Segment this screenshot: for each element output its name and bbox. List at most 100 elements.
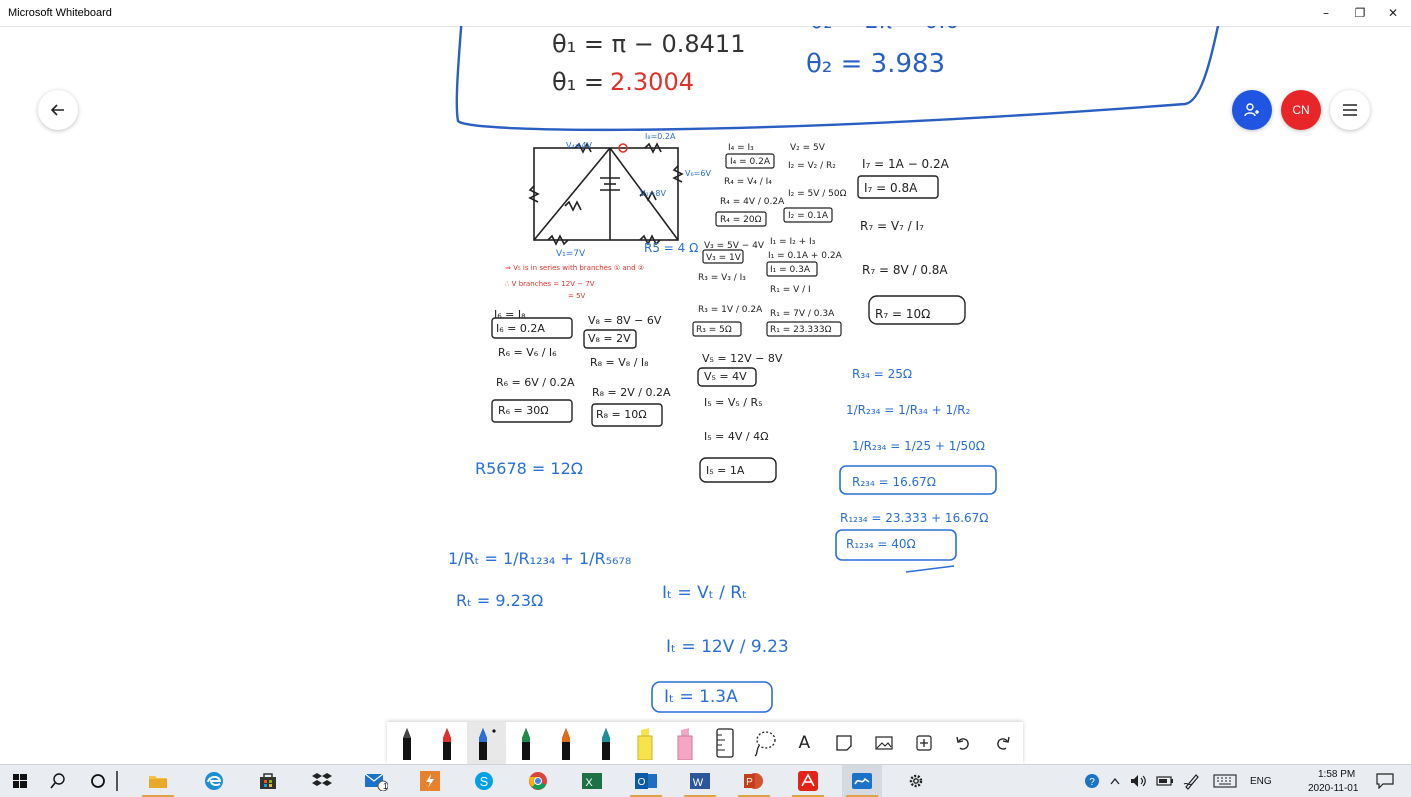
ruler-tool[interactable] bbox=[705, 722, 745, 764]
taskbar-app-orange[interactable] bbox=[410, 765, 450, 797]
tray-date[interactable]: 2020-11-01 bbox=[1308, 783, 1358, 794]
undo-icon bbox=[956, 736, 970, 750]
taskbar-edge[interactable] bbox=[194, 765, 234, 797]
svg-text:R₄ = 4V / 0.2A: R₄ = 4V / 0.2A bbox=[720, 197, 785, 207]
keyboard-icon bbox=[1213, 774, 1237, 788]
svg-text:I₅ = V₅ / R₅: I₅ = V₅ / R₅ bbox=[704, 396, 763, 409]
svg-text:= 5V: = 5V bbox=[568, 292, 586, 300]
svg-text:R5 = 4 Ω: R5 = 4 Ω bbox=[644, 241, 698, 255]
taskbar-dropbox[interactable] bbox=[302, 765, 342, 797]
svg-text:V₅ = 12V − 8V: V₅ = 12V − 8V bbox=[702, 352, 783, 365]
svg-text:I₁ = 0.1A + 0.2A: I₁ = 0.1A + 0.2A bbox=[768, 251, 843, 261]
restore-button[interactable]: ❐ bbox=[1343, 0, 1377, 26]
svg-text:V₈ = 2V: V₈ = 2V bbox=[588, 332, 631, 345]
menu-button[interactable] bbox=[1330, 90, 1370, 130]
svg-text:I₇ = 1A − 0.2A: I₇ = 1A − 0.2A bbox=[862, 157, 950, 171]
text-tool[interactable]: A bbox=[785, 722, 825, 764]
yellow-highlighter-tool[interactable] bbox=[626, 722, 666, 764]
mail-badge: 1 bbox=[383, 782, 388, 791]
svg-text:R₇ = 8V / 0.8A: R₇ = 8V / 0.8A bbox=[862, 263, 948, 277]
red-pen-tool[interactable] bbox=[427, 722, 467, 764]
lasso-tool[interactable] bbox=[745, 722, 785, 764]
svg-text:R₇ = 10Ω: R₇ = 10Ω bbox=[875, 307, 930, 321]
pen-workspace-icon bbox=[1183, 774, 1199, 790]
svg-text:I₆ = I₈: I₆ = I₈ bbox=[494, 308, 526, 321]
calc-col-mid2: V₂ = 5V I₂ = V₂ / R₂ I₂ = 5V / 50Ω I₂ = … bbox=[768, 143, 847, 335]
user-avatar[interactable]: CN bbox=[1281, 90, 1321, 130]
tray-language[interactable]: ENG bbox=[1250, 776, 1272, 787]
blue-pen-tool[interactable] bbox=[466, 722, 507, 764]
insert-tool[interactable] bbox=[904, 722, 944, 764]
taskbar-powerpoint[interactable]: P bbox=[734, 765, 774, 797]
acrobat-icon bbox=[798, 771, 818, 791]
orange-pen-icon bbox=[561, 728, 570, 760]
add-icon bbox=[916, 735, 932, 751]
tray-notifications[interactable] bbox=[1368, 765, 1402, 797]
taskbar-settings[interactable] bbox=[896, 765, 936, 797]
add-person-icon bbox=[1244, 103, 1259, 117]
red-pen-icon bbox=[442, 728, 451, 760]
tray-touch-keyboard[interactable] bbox=[1208, 765, 1242, 797]
taskbar-whiteboard[interactable] bbox=[842, 765, 882, 797]
tray-help[interactable]: ? bbox=[1080, 765, 1104, 797]
help-icon: ? bbox=[1085, 774, 1099, 788]
sticky-note-tool[interactable] bbox=[824, 722, 864, 764]
taskbar-file-explorer[interactable] bbox=[138, 765, 178, 797]
lasso-icon bbox=[754, 731, 776, 757]
svg-text:R₁₂₃₄ = 23.333 + 16.67Ω: R₁₂₃₄ = 23.333 + 16.67Ω bbox=[840, 511, 988, 525]
pink-highlighter-tool[interactable] bbox=[665, 722, 705, 764]
svg-text:I₅ = 4V / 4Ω: I₅ = 4V / 4Ω bbox=[704, 430, 769, 443]
tray-battery[interactable] bbox=[1152, 765, 1178, 797]
whiteboard-canvas[interactable]: θ₁ = π − 0.8411 θ₁ = 2.3004 θ₂ = 2π − 0.… bbox=[0, 26, 1411, 764]
tray-pen-workspace[interactable] bbox=[1178, 765, 1206, 797]
ink-theta2: θ₂ = 3.983 bbox=[806, 49, 945, 79]
windows-taskbar: 1 S X O W P ? ENG 1:58 PM 2020-11-01 bbox=[0, 764, 1411, 797]
black-pen-icon bbox=[402, 728, 411, 760]
svg-text:R₈ = 10Ω: R₈ = 10Ω bbox=[596, 408, 647, 421]
close-button[interactable]: ✕ bbox=[1376, 0, 1410, 26]
svg-text:Iₜ = 1.3A: Iₜ = 1.3A bbox=[664, 687, 738, 707]
taskbar-store[interactable] bbox=[248, 765, 288, 797]
outlook-icon: O bbox=[635, 773, 657, 789]
black-pen-tool[interactable] bbox=[387, 722, 427, 764]
svg-text:R₆ = 6V / 0.2A: R₆ = 6V / 0.2A bbox=[496, 376, 575, 389]
sticky-note-icon bbox=[836, 735, 852, 751]
ink-rt-formula: 1/Rₜ = 1/R₁₂₃₄ + 1/R₅₆₇₈ bbox=[448, 549, 631, 568]
tray-show-hidden[interactable] bbox=[1104, 765, 1126, 797]
taskbar-outlook[interactable]: O bbox=[626, 765, 666, 797]
svg-text:R₁ = V / I: R₁ = V / I bbox=[770, 285, 811, 295]
tray-volume[interactable] bbox=[1126, 765, 1152, 797]
green-pen-tool[interactable] bbox=[506, 722, 546, 764]
teal-pen-tool[interactable] bbox=[586, 722, 626, 764]
taskbar-mail[interactable]: 1 bbox=[356, 765, 396, 797]
undo-button[interactable] bbox=[944, 722, 984, 764]
orange-pen-tool[interactable] bbox=[546, 722, 586, 764]
taskbar-excel[interactable]: X bbox=[572, 765, 612, 797]
windows-logo-icon bbox=[13, 774, 27, 788]
redo-button[interactable] bbox=[983, 722, 1023, 764]
svg-text:V₈ = 8V − 6V: V₈ = 8V − 6V bbox=[588, 314, 662, 327]
taskbar-acrobat[interactable] bbox=[788, 765, 828, 797]
excel-icon: X bbox=[582, 773, 602, 789]
svg-text:R₃ = V₃ / I₃: R₃ = V₃ / I₃ bbox=[698, 273, 746, 283]
svg-text:I₈=0.2A: I₈=0.2A bbox=[645, 132, 676, 141]
back-button[interactable] bbox=[38, 90, 78, 130]
minimize-button[interactable]: – bbox=[1309, 0, 1343, 26]
word-icon: W bbox=[690, 773, 710, 789]
cortana-icon bbox=[91, 774, 105, 788]
svg-text:I₂ = 5V / 50Ω: I₂ = 5V / 50Ω bbox=[788, 189, 847, 199]
volume-icon bbox=[1131, 775, 1146, 787]
taskbar-skype[interactable]: S bbox=[464, 765, 504, 797]
svg-text:R₈ = V₈ / I₈: R₈ = V₈ / I₈ bbox=[590, 356, 649, 369]
invite-people-button[interactable] bbox=[1232, 90, 1272, 130]
start-button[interactable] bbox=[0, 765, 40, 797]
store-icon bbox=[260, 773, 276, 789]
image-tool[interactable] bbox=[864, 722, 904, 764]
svg-text:S: S bbox=[480, 774, 489, 789]
search-button[interactable] bbox=[38, 765, 78, 797]
taskbar-word[interactable]: W bbox=[680, 765, 720, 797]
redo-icon bbox=[997, 736, 1010, 750]
taskbar-chrome[interactable] bbox=[518, 765, 558, 797]
tray-time[interactable]: 1:58 PM bbox=[1318, 769, 1355, 780]
chrome-icon bbox=[529, 772, 547, 790]
